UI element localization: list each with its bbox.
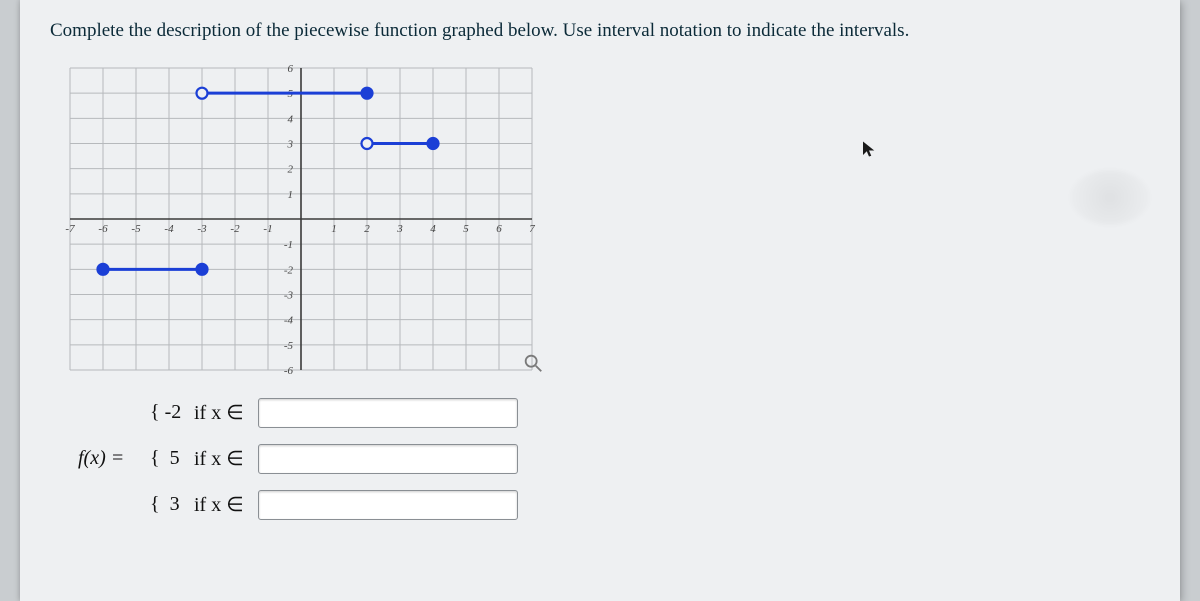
svg-text:-2: -2 bbox=[230, 223, 240, 235]
if-label-2: if x ∈ bbox=[194, 446, 258, 471]
svg-text:1: 1 bbox=[331, 223, 337, 235]
svg-text:-6: -6 bbox=[98, 223, 108, 235]
svg-text:6: 6 bbox=[496, 223, 502, 235]
svg-text:3: 3 bbox=[396, 223, 403, 235]
svg-text:-7: -7 bbox=[65, 223, 75, 235]
brace-3: { 3 bbox=[150, 493, 194, 516]
brace-2: { 5 bbox=[150, 447, 194, 470]
piecewise-graph: -7-6-5-4-3-2-11234567-6-5-4-3-2-1123456 bbox=[56, 54, 546, 384]
svg-text:4: 4 bbox=[288, 113, 294, 125]
fx-label: f(x) = bbox=[78, 447, 150, 470]
magnify-icon[interactable] bbox=[522, 352, 544, 374]
svg-text:5: 5 bbox=[463, 223, 469, 235]
svg-text:-3: -3 bbox=[197, 223, 207, 235]
svg-text:3: 3 bbox=[287, 138, 294, 150]
svg-text:-6: -6 bbox=[284, 365, 294, 377]
cursor-icon bbox=[860, 140, 878, 158]
svg-text:2: 2 bbox=[364, 223, 370, 235]
if-label-1: if x ∈ bbox=[194, 400, 258, 425]
svg-text:-5: -5 bbox=[284, 339, 294, 351]
question-prompt: Complete the description of the piecewis… bbox=[50, 18, 1150, 44]
paper-scuff bbox=[1070, 170, 1150, 225]
svg-text:6: 6 bbox=[288, 63, 294, 75]
svg-text:-1: -1 bbox=[284, 239, 293, 251]
svg-text:-2: -2 bbox=[284, 264, 294, 276]
svg-text:-4: -4 bbox=[164, 223, 174, 235]
svg-text:-4: -4 bbox=[284, 314, 294, 326]
svg-text:4: 4 bbox=[430, 223, 436, 235]
interval-input-3[interactable] bbox=[258, 490, 518, 520]
answer-grid: { -2 if x ∈ f(x) = { 5 if x ∈ { 3 if x ∈ bbox=[78, 398, 1150, 520]
svg-text:-3: -3 bbox=[284, 289, 294, 301]
brace-1: { -2 bbox=[150, 401, 194, 424]
worksheet-paper: Complete the description of the piecewis… bbox=[20, 0, 1180, 601]
svg-text:-1: -1 bbox=[263, 223, 272, 235]
svg-text:7: 7 bbox=[529, 223, 535, 235]
svg-text:1: 1 bbox=[288, 188, 294, 200]
interval-input-1[interactable] bbox=[258, 398, 518, 428]
svg-text:2: 2 bbox=[288, 163, 294, 175]
if-label-3: if x ∈ bbox=[194, 492, 258, 517]
svg-text:-5: -5 bbox=[131, 223, 141, 235]
graph-container: -7-6-5-4-3-2-11234567-6-5-4-3-2-1123456 bbox=[56, 54, 546, 384]
interval-input-2[interactable] bbox=[258, 444, 518, 474]
